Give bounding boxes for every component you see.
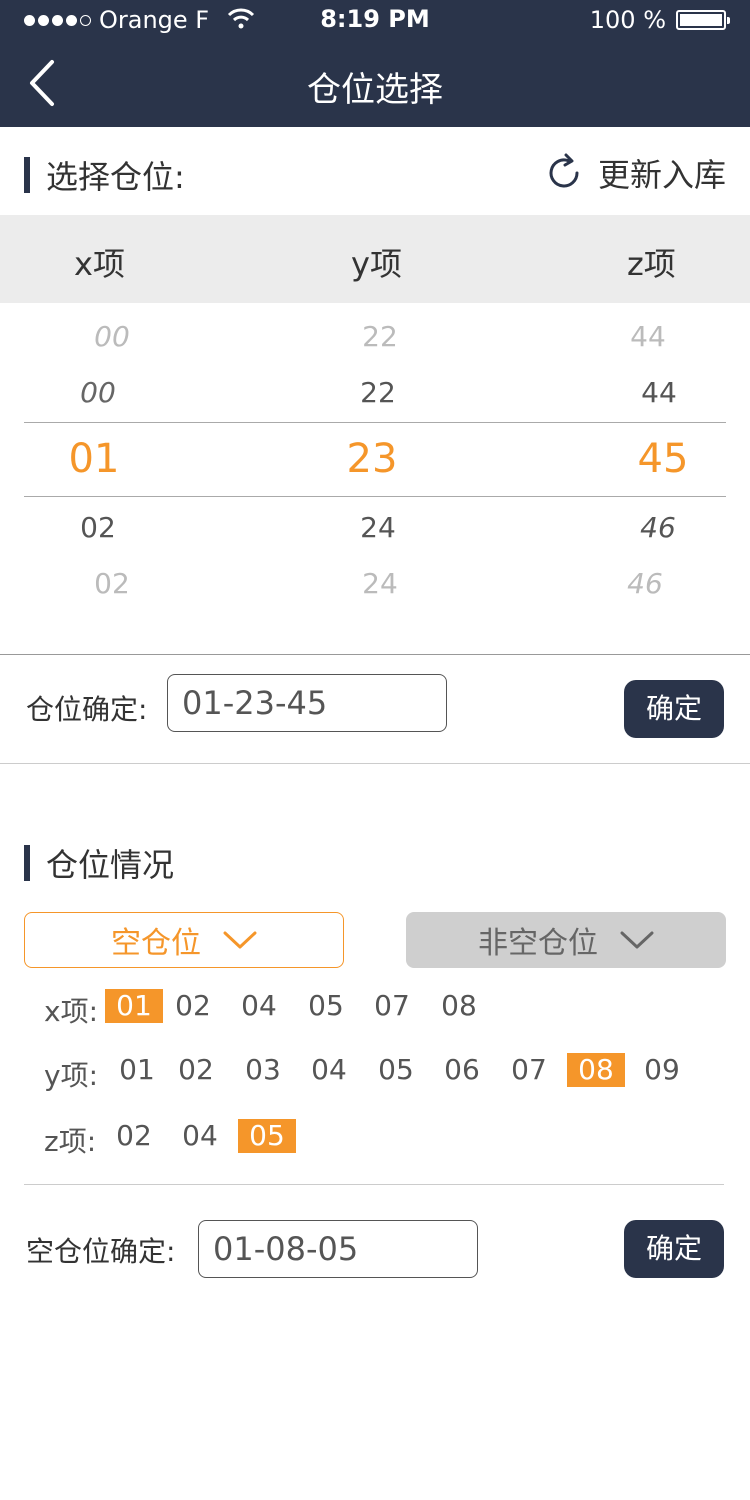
picker-x-below[interactable]: 02 xyxy=(80,511,116,544)
picker-x-far-below[interactable]: 02 xyxy=(94,567,130,600)
column-header-y: y项 xyxy=(351,245,402,283)
divider xyxy=(0,654,750,655)
y-option-chip[interactable]: 06 xyxy=(433,1053,491,1087)
z-row-label: z项: xyxy=(44,1125,97,1158)
chevron-down-icon xyxy=(223,931,257,949)
y-option-chip[interactable]: 04 xyxy=(300,1053,358,1087)
status-section-title: 仓位情况 xyxy=(46,846,175,884)
z-option-chip[interactable]: 02 xyxy=(105,1119,163,1153)
status-bar: Orange F 8:19 PM 100 % xyxy=(0,0,750,40)
picker-z-far-below[interactable]: 46 xyxy=(627,567,663,600)
picker-y-selected[interactable]: 23 xyxy=(347,436,398,482)
divider xyxy=(0,763,750,764)
picker-z-below[interactable]: 46 xyxy=(640,511,676,544)
column-header-z: z项 xyxy=(627,245,676,283)
x-option-chip[interactable]: 01 xyxy=(105,989,163,1023)
select-section-title: 选择仓位: xyxy=(46,158,185,196)
nonempty-position-label: 非空仓位 xyxy=(478,926,598,961)
status-section-header: 仓位情况 xyxy=(24,840,174,886)
picker-z-selected[interactable]: 45 xyxy=(638,436,689,482)
picker-selection-line-bottom xyxy=(24,496,726,497)
empty-position-dropdown[interactable]: 空仓位 xyxy=(24,912,344,968)
empty-confirm-button[interactable]: 确定 xyxy=(624,1220,724,1278)
empty-position-label: 空仓位 xyxy=(111,926,201,961)
refresh-icon xyxy=(549,153,579,188)
empty-confirm-field[interactable]: 01-08-05 xyxy=(198,1220,478,1278)
y-option-chip[interactable]: 08 xyxy=(567,1053,625,1087)
picker-z-far-above[interactable]: 44 xyxy=(630,320,666,353)
position-confirm-field[interactable]: 01-23-45 xyxy=(167,674,447,732)
z-option-chip[interactable]: 04 xyxy=(171,1119,229,1153)
refresh-label: 更新入库 xyxy=(597,156,726,194)
y-option-chip[interactable]: 09 xyxy=(633,1053,691,1087)
position-confirm-button[interactable]: 确定 xyxy=(624,680,724,738)
y-option-chip[interactable]: 02 xyxy=(167,1053,225,1087)
empty-confirm-label: 空仓位确定: xyxy=(26,1235,176,1268)
chevron-down-icon xyxy=(620,931,654,949)
refresh-button[interactable]: 更新入库 xyxy=(544,150,726,196)
picker-y-below[interactable]: 24 xyxy=(360,511,396,544)
picker-z-above[interactable]: 44 xyxy=(641,376,677,409)
divider xyxy=(24,1184,724,1185)
picker-y-far-below[interactable]: 24 xyxy=(362,567,398,600)
picker-x-above[interactable]: 00 xyxy=(80,376,116,409)
x-option-chip[interactable]: 07 xyxy=(363,989,421,1023)
picker-column-headers: x项 y项 z项 xyxy=(0,215,750,303)
page-title: 仓位选择 xyxy=(307,70,443,110)
position-confirm-label: 仓位确定: xyxy=(26,693,148,726)
x-option-chip[interactable]: 05 xyxy=(297,989,355,1023)
battery-icon xyxy=(676,10,730,30)
nonempty-position-dropdown[interactable]: 非空仓位 xyxy=(406,912,726,968)
y-row-label: y项: xyxy=(44,1059,99,1092)
select-section-header: 选择仓位: xyxy=(24,152,185,198)
section-bar xyxy=(24,845,30,881)
section-bar xyxy=(24,157,30,193)
x-option-chip[interactable]: 08 xyxy=(430,989,488,1023)
picker-selection-line-top xyxy=(24,422,726,423)
x-option-chip[interactable]: 02 xyxy=(164,989,222,1023)
y-option-chip[interactable]: 01 xyxy=(108,1053,166,1087)
y-option-chip[interactable]: 07 xyxy=(500,1053,558,1087)
battery-percent: 100 % xyxy=(589,6,666,34)
battery-indicator: 100 % xyxy=(589,6,730,34)
x-row-label: x项: xyxy=(44,995,99,1028)
picker-x-selected[interactable]: 01 xyxy=(69,436,120,482)
picker-y-above[interactable]: 22 xyxy=(360,376,396,409)
picker-y-far-above[interactable]: 22 xyxy=(362,320,398,353)
y-option-chip[interactable]: 03 xyxy=(234,1053,292,1087)
picker-x-far-above[interactable]: 00 xyxy=(94,320,130,353)
app-header: Orange F 8:19 PM 100 % 仓位选择 xyxy=(0,0,750,127)
x-option-chip[interactable]: 04 xyxy=(230,989,288,1023)
y-option-chip[interactable]: 05 xyxy=(367,1053,425,1087)
z-option-chip[interactable]: 05 xyxy=(238,1119,296,1153)
column-header-x: x项 xyxy=(74,245,125,283)
